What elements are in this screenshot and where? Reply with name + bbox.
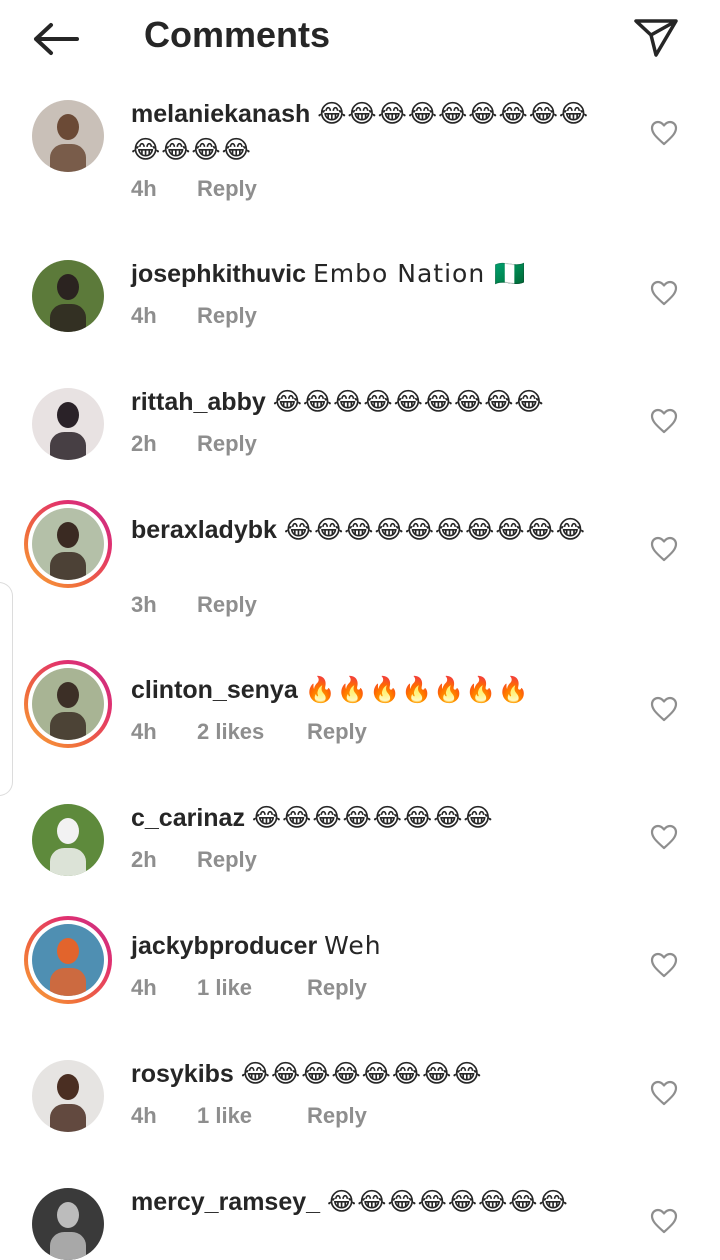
comment-meta: 2h Reply: [131, 431, 257, 457]
page-title: Comments: [144, 14, 331, 55]
comment-username[interactable]: jackybproducer: [131, 932, 317, 960]
reply-button[interactable]: Reply: [197, 847, 257, 873]
comment-meta: 4h 1 like Reply: [131, 975, 367, 1001]
avatar[interactable]: [32, 260, 104, 332]
comment-meta: 3h Reply: [131, 592, 257, 618]
side-drawer-handle[interactable]: [0, 582, 13, 796]
avatar[interactable]: [32, 804, 104, 876]
comment-username[interactable]: mercy_ramsey_: [131, 1188, 320, 1216]
avatar[interactable]: [32, 1188, 104, 1260]
comment-body: 😂😂😂😂😂😂😂😂😂: [272, 387, 545, 416]
comment-body: 😂😂😂😂😂😂😂😂😂😂: [283, 515, 586, 544]
comment-body: 🔥🔥🔥🔥🔥🔥🔥: [304, 675, 530, 704]
reply-button[interactable]: Reply: [197, 176, 257, 202]
reply-button[interactable]: Reply: [307, 975, 367, 1001]
like-heart-icon[interactable]: [650, 696, 678, 722]
like-heart-icon[interactable]: [650, 536, 678, 562]
avatar[interactable]: [32, 668, 104, 740]
like-heart-icon[interactable]: [650, 1208, 678, 1234]
comment-username[interactable]: josephkithuvic: [131, 260, 306, 288]
comment-likes-count[interactable]: 1 like: [197, 975, 307, 1001]
comment-text: beraxladybk 😂😂😂😂😂😂😂😂😂😂: [131, 512, 611, 548]
comment-username[interactable]: clinton_senya: [131, 676, 298, 704]
comment-text: rosykibs 😂😂😂😂😂😂😂😂: [131, 1056, 611, 1092]
avatar[interactable]: [32, 1060, 104, 1132]
avatar-container[interactable]: [32, 1188, 104, 1260]
comment-text: josephkithuvic Embo Nation 🇳🇬: [131, 256, 611, 292]
comment-timestamp: 2h: [131, 847, 157, 872]
comment-text: c_carinaz 😂😂😂😂😂😂😂😂: [131, 800, 611, 836]
avatar-container[interactable]: [32, 1060, 104, 1132]
comment-body: Embo Nation 🇳🇬: [313, 259, 527, 288]
reply-button[interactable]: Reply: [307, 1103, 367, 1129]
comment-timestamp: 3h: [131, 592, 157, 617]
share-button[interactable]: [628, 12, 684, 64]
story-ring-avatar[interactable]: [24, 916, 112, 1004]
comment-likes-count[interactable]: 1 like: [197, 1103, 307, 1129]
header-bar: Comments: [0, 0, 720, 80]
avatar[interactable]: [32, 100, 104, 172]
comment-text: jackybproducer Weh: [131, 928, 611, 964]
comment-meta: 4h Reply: [131, 176, 257, 202]
reply-button[interactable]: Reply: [197, 592, 257, 618]
back-button[interactable]: [26, 16, 84, 62]
comment-timestamp: 4h: [131, 1103, 157, 1128]
avatar[interactable]: [32, 924, 104, 996]
comment-text: rittah_abby 😂😂😂😂😂😂😂😂😂: [131, 384, 611, 420]
like-heart-icon[interactable]: [650, 408, 678, 434]
comment-body: 😂😂😂😂😂😂😂😂: [251, 803, 494, 832]
paper-plane-icon: [634, 19, 678, 57]
comment-timestamp: 4h: [131, 176, 157, 201]
comment-timestamp: 2h: [131, 431, 157, 456]
avatar-container[interactable]: [32, 804, 104, 876]
reply-button[interactable]: Reply: [307, 719, 367, 745]
comment-username[interactable]: rittah_abby: [131, 388, 266, 416]
like-heart-icon[interactable]: [650, 1080, 678, 1106]
reply-button[interactable]: Reply: [197, 303, 257, 329]
like-heart-icon[interactable]: [650, 952, 678, 978]
comment-text: mercy_ramsey_ 😂😂😂😂😂😂😂😂: [131, 1184, 611, 1220]
avatar-container[interactable]: [32, 100, 104, 172]
comment-text: melaniekanash 😂😂😂😂😂😂😂😂😂😂😂😂😂: [131, 96, 611, 168]
comment-username[interactable]: melaniekanash: [131, 100, 310, 128]
comment-meta: 4h 1 like Reply: [131, 1103, 367, 1129]
avatar-container[interactable]: [32, 388, 104, 460]
comment-timestamp: 4h: [131, 975, 157, 1000]
comment-username[interactable]: beraxladybk: [131, 516, 277, 544]
like-heart-icon[interactable]: [650, 120, 678, 146]
comment-timestamp: 4h: [131, 719, 157, 744]
avatar-container[interactable]: [32, 260, 104, 332]
comment-timestamp: 4h: [131, 303, 157, 328]
comment-meta: 4h Reply: [131, 303, 257, 329]
comment-body: 😂😂😂😂😂😂😂😂: [327, 1187, 569, 1216]
comment-meta: 2h Reply: [131, 847, 257, 873]
comment-body: Weh: [324, 931, 382, 960]
avatar[interactable]: [32, 388, 104, 460]
like-heart-icon[interactable]: [650, 280, 678, 306]
comment-meta: 4h 2 likes Reply: [131, 719, 367, 745]
avatar[interactable]: [32, 508, 104, 580]
reply-button[interactable]: Reply: [197, 431, 257, 457]
comment-text: clinton_senya 🔥🔥🔥🔥🔥🔥🔥: [131, 672, 611, 708]
comment-username[interactable]: c_carinaz: [131, 804, 245, 832]
story-ring-avatar[interactable]: [24, 500, 112, 588]
story-ring-avatar[interactable]: [24, 660, 112, 748]
comment-username[interactable]: rosykibs: [131, 1060, 234, 1088]
comment-likes-count[interactable]: 2 likes: [197, 719, 307, 745]
like-heart-icon[interactable]: [650, 824, 678, 850]
arrow-left-icon: [34, 23, 79, 55]
comment-body: 😂😂😂😂😂😂😂😂: [240, 1059, 483, 1088]
